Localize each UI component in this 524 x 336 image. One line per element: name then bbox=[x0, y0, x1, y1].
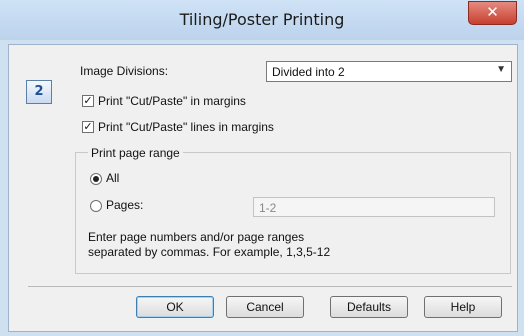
pages-radio[interactable] bbox=[90, 200, 102, 212]
close-icon: ✕ bbox=[486, 3, 499, 21]
all-pages-radio[interactable] bbox=[90, 173, 102, 185]
all-pages-label[interactable]: All bbox=[106, 171, 119, 185]
cut-paste-lines-checkbox[interactable]: ✓ bbox=[82, 121, 94, 133]
ok-button[interactable]: OK bbox=[136, 296, 214, 318]
pages-label[interactable]: Pages: bbox=[106, 198, 143, 212]
pages-input[interactable]: 1-2 bbox=[253, 197, 495, 217]
help-button[interactable]: Help bbox=[424, 296, 502, 318]
page-range-help-text: Enter page numbers and/or page ranges se… bbox=[88, 230, 331, 259]
cut-paste-margins-label[interactable]: Print "Cut/Paste" in margins bbox=[98, 94, 246, 108]
image-divisions-label: Image Divisions: bbox=[80, 64, 169, 78]
close-button[interactable]: ✕ bbox=[468, 1, 517, 25]
title-bar: Tiling/Poster Printing ✕ bbox=[0, 0, 524, 40]
image-divisions-select[interactable]: Divided into 2 ▼ bbox=[266, 61, 512, 82]
window-title: Tiling/Poster Printing bbox=[179, 10, 345, 29]
cut-paste-margins-checkbox[interactable]: ✓ bbox=[82, 95, 94, 107]
defaults-button[interactable]: Defaults bbox=[330, 296, 408, 318]
page-range-group-title: Print page range bbox=[88, 146, 183, 160]
chevron-down-icon: ▼ bbox=[496, 64, 506, 75]
pages-input-value: 1-2 bbox=[259, 201, 277, 215]
image-divisions-value: Divided into 2 bbox=[272, 65, 345, 79]
cut-paste-lines-label[interactable]: Print "Cut/Paste" lines in margins bbox=[98, 120, 274, 134]
cancel-button[interactable]: Cancel bbox=[226, 296, 304, 318]
button-separator bbox=[28, 286, 512, 287]
division-preview-icon: 2 bbox=[26, 80, 52, 104]
